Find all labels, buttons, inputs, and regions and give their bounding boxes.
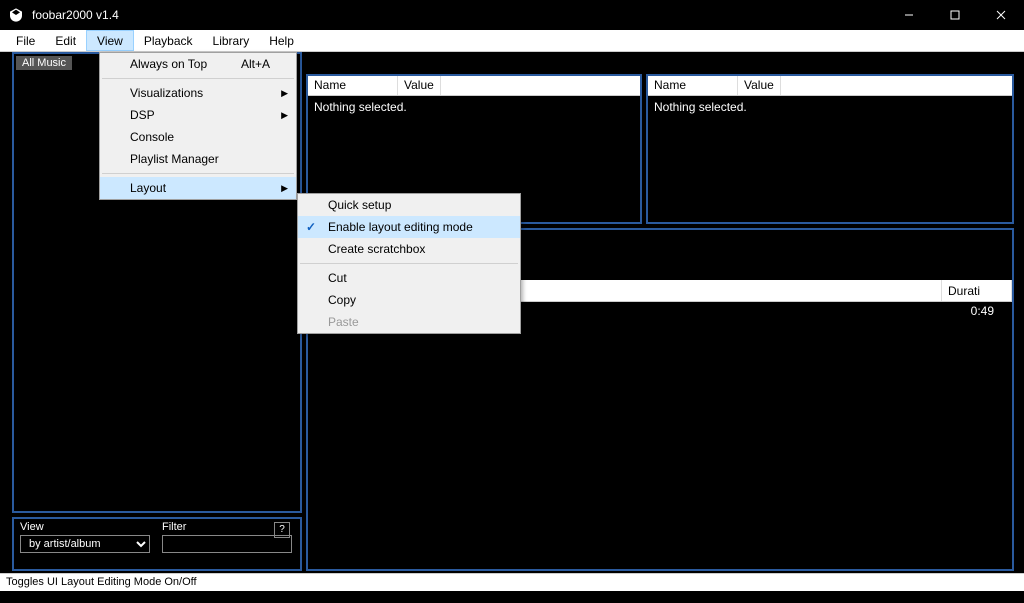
props-col-value-2[interactable]: Value [738, 76, 781, 95]
layout-cut[interactable]: Cut [298, 267, 520, 289]
submenu-arrow-icon: ▶ [281, 88, 288, 99]
layout-quick-setup[interactable]: Quick setup [298, 194, 520, 216]
check-icon: ✓ [306, 220, 316, 234]
view-label: View [20, 521, 150, 533]
maximize-button[interactable] [932, 0, 978, 30]
props-col-name[interactable]: Name [308, 76, 398, 95]
library-all-music[interactable]: All Music [16, 56, 72, 70]
statusbar-text: Toggles UI Layout Editing Mode On/Off [6, 576, 197, 588]
layout-submenu: Quick setup ✓ Enable layout editing mode… [297, 193, 521, 334]
titlebar: foobar2000 v1.4 [0, 0, 1024, 30]
minimize-button[interactable] [886, 0, 932, 30]
dropdown-separator [102, 173, 294, 174]
menu-edit[interactable]: Edit [45, 30, 86, 51]
properties-header: Name Value [308, 76, 640, 96]
properties-panel-right: Name Value Nothing selected. [646, 74, 1014, 224]
dropdown-separator [102, 78, 294, 79]
view-playlist-manager[interactable]: Playlist Manager [100, 148, 296, 170]
window-controls [886, 0, 1024, 30]
window-title: foobar2000 v1.4 [32, 8, 119, 22]
filter-input[interactable] [162, 535, 292, 553]
menu-help[interactable]: Help [259, 30, 304, 51]
properties-header-2: Name Value [648, 76, 1012, 96]
layout-enable-editing[interactable]: ✓ Enable layout editing mode [298, 216, 520, 238]
props-body-left: Nothing selected. [308, 96, 640, 118]
view-dsp[interactable]: DSP▶ [100, 104, 296, 126]
view-visualizations[interactable]: Visualizations▶ [100, 82, 296, 104]
view-dropdown: Always on Top Alt+A Visualizations▶ DSP▶… [99, 52, 297, 200]
menu-library[interactable]: Library [203, 30, 260, 51]
layout-create-scratchbox[interactable]: Create scratchbox [298, 238, 520, 260]
filter-label: Filter [162, 521, 292, 533]
playlist-col-duration[interactable]: Durati [942, 280, 1012, 301]
menu-playback[interactable]: Playback [134, 30, 203, 51]
props-col-value[interactable]: Value [398, 76, 441, 95]
menu-file[interactable]: File [6, 30, 45, 51]
filter-help-icon[interactable]: ? [274, 522, 290, 538]
playlist-cell-duration: 0:49 [942, 302, 1012, 322]
submenu-arrow-icon: ▶ [281, 183, 288, 194]
props-body-right: Nothing selected. [648, 96, 1012, 118]
view-layout[interactable]: Layout▶ [100, 177, 296, 199]
menubar: File Edit View Playback Library Help [0, 30, 1024, 52]
layout-paste[interactable]: Paste [298, 311, 520, 333]
close-button[interactable] [978, 0, 1024, 30]
statusbar: Toggles UI Layout Editing Mode On/Off [0, 573, 1024, 591]
view-always-on-top[interactable]: Always on Top Alt+A [100, 53, 296, 75]
library-controls: View by artist/album Filter ? [12, 517, 302, 571]
app-logo-icon [8, 7, 24, 23]
props-col-name-2[interactable]: Name [648, 76, 738, 95]
menu-view[interactable]: View [86, 30, 134, 51]
submenu-arrow-icon: ▶ [281, 110, 288, 121]
view-select[interactable]: by artist/album [20, 535, 150, 553]
view-console[interactable]: Console [100, 126, 296, 148]
dropdown-separator [300, 263, 518, 264]
layout-copy[interactable]: Copy [298, 289, 520, 311]
